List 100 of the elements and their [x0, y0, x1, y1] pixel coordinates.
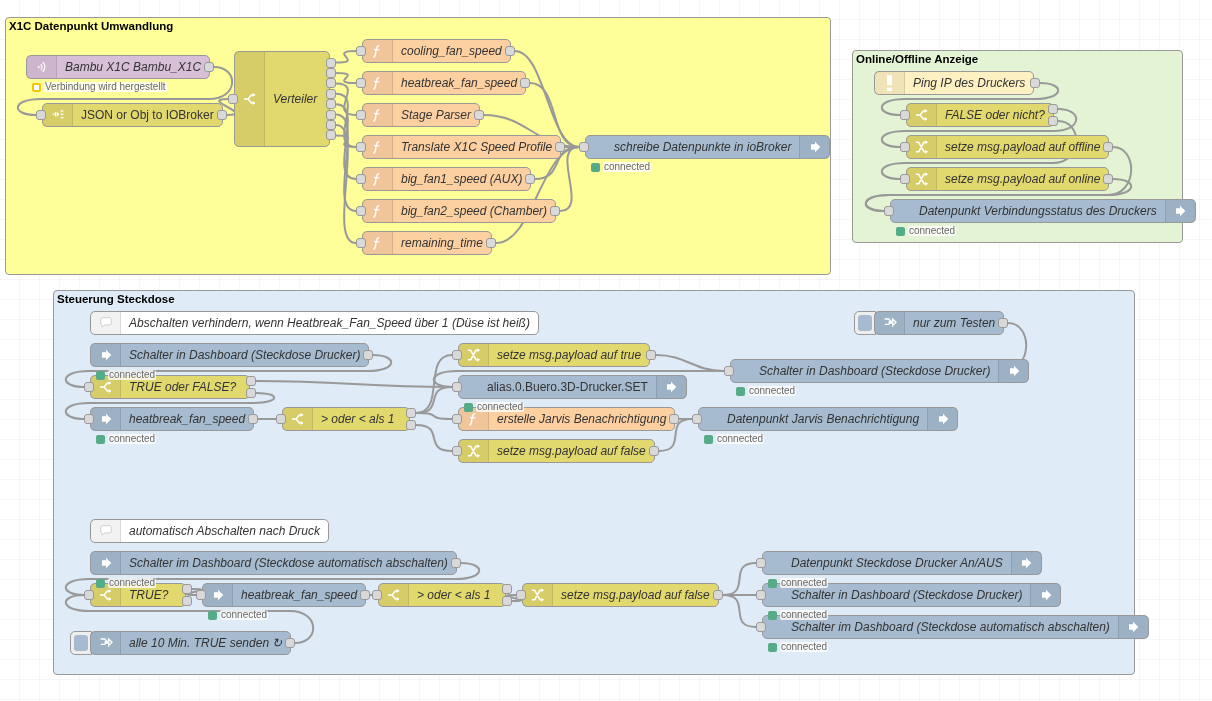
input-port[interactable]: [452, 350, 462, 360]
input-port[interactable]: [900, 110, 910, 120]
flow-node[interactable]: Translate X1C Speed Profile: [362, 135, 562, 159]
flow-node[interactable]: Verteiler: [234, 51, 330, 147]
output-port[interactable]: [520, 78, 530, 88]
output-port[interactable]: [326, 99, 336, 110]
output-port[interactable]: [326, 88, 336, 99]
inject-button[interactable]: [854, 311, 876, 335]
status-text: connected: [780, 610, 829, 620]
input-port[interactable]: [756, 622, 766, 632]
flow-node[interactable]: Datenpunkt Verbindungsstatus des Druckers: [890, 199, 1196, 223]
flow-node[interactable]: Schalter im Dashboard (Steckdose automatisch abschalten): [90, 551, 457, 575]
input-port[interactable]: [196, 590, 206, 600]
output-port[interactable]: [505, 46, 515, 56]
input-port[interactable]: [724, 366, 734, 376]
flow-node[interactable]: Ping IP des Druckers: [874, 71, 1035, 95]
flow-node[interactable]: Datenpunkt Steckdose Drucker An/AUS: [762, 551, 1042, 575]
input-port[interactable]: [516, 590, 526, 600]
input-port[interactable]: [452, 382, 462, 392]
output-port[interactable]: [326, 78, 336, 89]
output-port[interactable]: [451, 558, 461, 568]
flow-node[interactable]: big_fan2_speed (Chamber): [362, 199, 557, 223]
input-port[interactable]: [452, 414, 462, 424]
output-port[interactable]: [998, 318, 1008, 328]
flow-node[interactable]: Schalter in Dashboard (Steckdose Drucker): [730, 359, 1030, 383]
flow-node[interactable]: setze msg.payload auf false: [458, 439, 655, 463]
output-port[interactable]: [555, 142, 565, 152]
output-port[interactable]: [486, 238, 496, 248]
output-port[interactable]: [248, 414, 258, 424]
output-port[interactable]: [363, 350, 373, 360]
input-port[interactable]: [36, 110, 46, 120]
input-port[interactable]: [884, 206, 894, 216]
flow-node[interactable]: Bambu X1C Bambu_X1C: [26, 55, 211, 79]
output-port[interactable]: [326, 109, 336, 120]
flow-node[interactable]: nur zum Testen: [874, 311, 1005, 335]
comment-node[interactable]: Abschalten verhindern, wenn Heatbreak_Fan_Speed über 1 (Düse ist heiß): [90, 311, 539, 335]
flow-node[interactable]: JSON or Obj to IOBroker: [42, 103, 223, 127]
output-port[interactable]: [550, 206, 560, 216]
flow-node[interactable]: alle 10 Min. TRUE senden ↻: [90, 631, 292, 655]
output-port[interactable]: [326, 68, 336, 78]
output-port[interactable]: [217, 110, 227, 120]
output-port[interactable]: [1103, 174, 1113, 184]
flow-node[interactable]: setze msg.payload auf true: [458, 343, 651, 367]
output-port[interactable]: [525, 174, 535, 184]
flow-node[interactable]: setze msg.payload auf offline: [906, 135, 1110, 159]
output-port[interactable]: [474, 110, 484, 120]
flow-node[interactable]: > oder < als 1: [282, 407, 410, 431]
status-text: connected: [780, 642, 829, 652]
exclamation-icon: [887, 75, 892, 91]
flow-node[interactable]: remaining_time: [362, 231, 493, 255]
flow-node[interactable]: heatbreak_fan_speed: [202, 583, 367, 607]
input-port[interactable]: [356, 174, 366, 184]
shuffle-icon: [529, 587, 546, 603]
output-port[interactable]: [646, 350, 656, 360]
input-port[interactable]: [84, 590, 94, 600]
input-port[interactable]: [356, 206, 366, 216]
flow-node[interactable]: big_fan1_speed (AUX): [362, 167, 532, 191]
input-port[interactable]: [356, 78, 366, 88]
flow-node[interactable]: heatbreak_fan_speed: [90, 407, 255, 431]
flow-node[interactable]: Datenpunkt Jarvis Benachrichtigung: [698, 407, 959, 431]
flow-node[interactable]: > oder < als 1: [378, 583, 506, 607]
output-port[interactable]: [326, 130, 336, 141]
output-port[interactable]: [326, 120, 336, 130]
output-port[interactable]: [1030, 78, 1040, 88]
flow-node[interactable]: schreibe Datenpunkte in ioBroker: [585, 135, 831, 159]
flow-node[interactable]: setze msg.payload auf online: [906, 167, 1110, 191]
output-port[interactable]: [285, 638, 295, 648]
input-port[interactable]: [900, 142, 910, 152]
output-port[interactable]: [669, 414, 679, 424]
flow-node[interactable]: Schalter in Dashboard (Steckdose Drucker): [90, 343, 370, 367]
input-port[interactable]: [276, 414, 286, 424]
input-port[interactable]: [356, 142, 366, 152]
inject-button[interactable]: [70, 631, 92, 655]
input-port[interactable]: [356, 46, 366, 56]
output-port[interactable]: [1103, 142, 1113, 152]
output-port[interactable]: [713, 590, 723, 600]
output-port[interactable]: [204, 62, 214, 72]
input-port[interactable]: [84, 382, 94, 392]
flow-node[interactable]: alias.0.Buero.3D-Drucker.SET: [458, 375, 687, 399]
output-port[interactable]: [649, 446, 659, 456]
input-port[interactable]: [900, 174, 910, 184]
output-port[interactable]: [326, 57, 336, 68]
flow-node[interactable]: setze msg.payload auf false: [522, 583, 719, 607]
input-port[interactable]: [756, 590, 766, 600]
flow-node[interactable]: heatbreak_fan_speed: [362, 71, 527, 95]
input-port[interactable]: [756, 558, 766, 568]
input-port[interactable]: [228, 94, 238, 104]
comment-node[interactable]: automatisch Abschalten nach Druck: [90, 519, 329, 543]
input-port[interactable]: [692, 414, 702, 424]
input-port[interactable]: [84, 414, 94, 424]
input-port[interactable]: [452, 446, 462, 456]
flow-node[interactable]: FALSE oder nicht?: [906, 103, 1054, 127]
input-port[interactable]: [579, 142, 589, 152]
status-text: connected: [108, 370, 157, 380]
flow-node[interactable]: cooling_fan_speed: [362, 39, 511, 63]
flow-node[interactable]: Stage Parser: [362, 103, 481, 127]
input-port[interactable]: [356, 110, 366, 120]
input-port[interactable]: [372, 590, 382, 600]
output-port[interactable]: [360, 590, 370, 600]
input-port[interactable]: [356, 238, 366, 248]
